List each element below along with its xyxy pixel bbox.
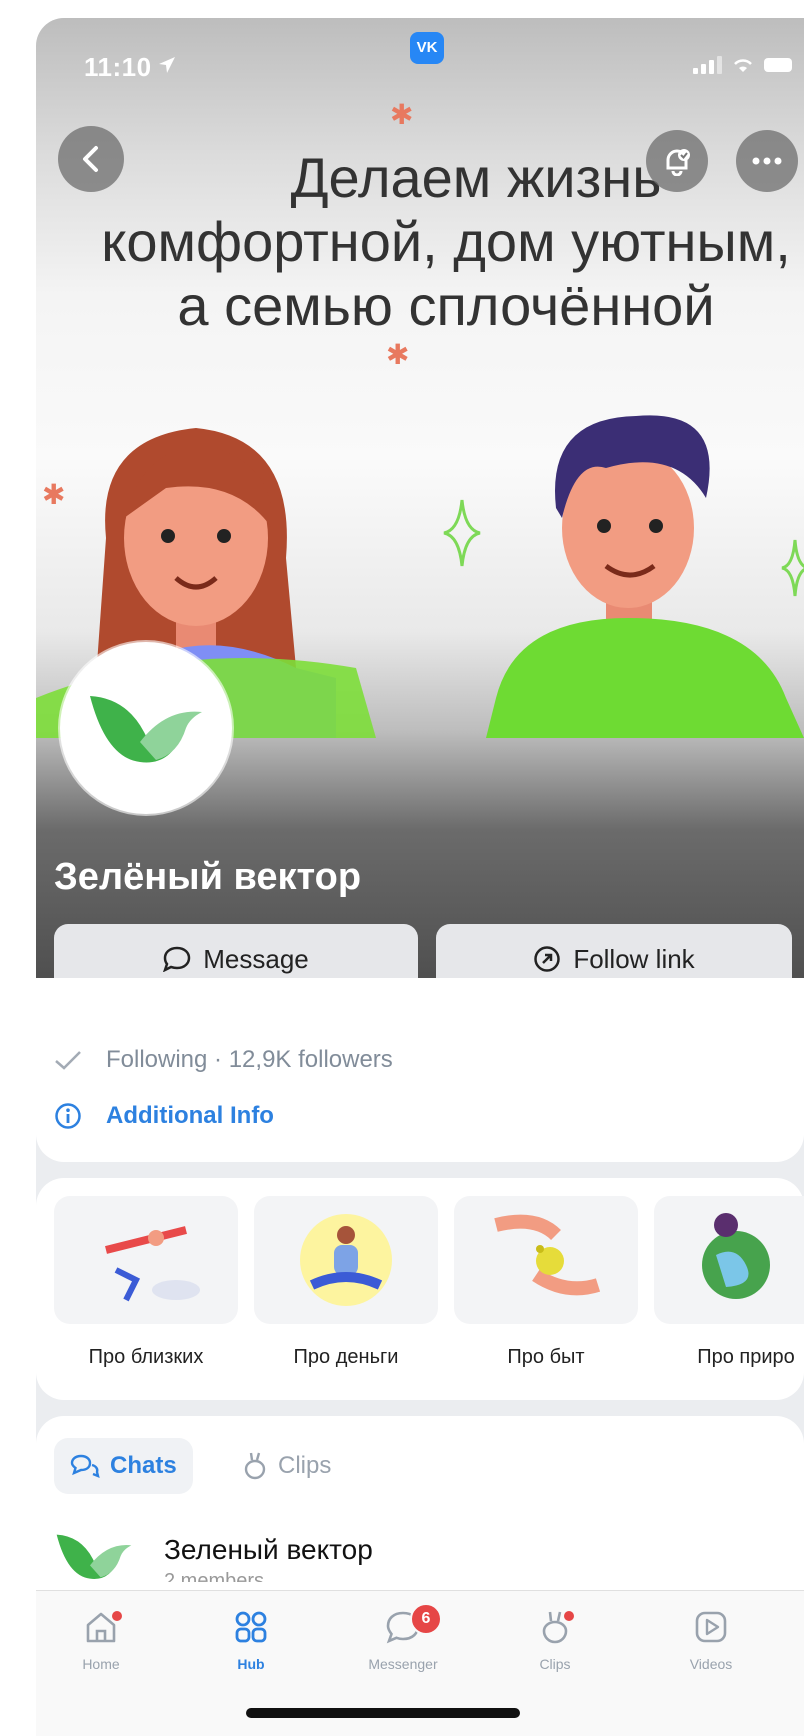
notifications-button[interactable] (646, 130, 708, 192)
green-bird-logo-icon (90, 696, 202, 763)
chat-subtitle: 2 members (164, 1570, 265, 1582)
more-button[interactable] (736, 130, 798, 192)
following-status-row[interactable]: Following · 12,9K followers (54, 1046, 393, 1074)
tab-home[interactable]: Home (46, 1609, 156, 1672)
topic-label: Про близких (88, 1346, 204, 1368)
follow-link-button-label: Follow link (573, 943, 695, 974)
earth-illustration-icon (654, 1196, 804, 1324)
tab-hub-label: Hub (237, 1656, 265, 1672)
more-horizontal-icon (752, 157, 782, 165)
chat-bubble-icon (163, 946, 191, 972)
community-avatar[interactable] (60, 642, 232, 814)
topic-card[interactable]: Про деньги (254, 1196, 438, 1369)
meditation-illustration-icon (254, 1196, 438, 1324)
tab-videos[interactable]: Videos (656, 1609, 766, 1672)
topic-card[interactable]: Про приро (654, 1196, 804, 1369)
external-link-circle-icon (534, 946, 561, 972)
topic-card[interactable]: Про быт (454, 1196, 638, 1369)
chat-avatar[interactable] (54, 1526, 134, 1591)
tab-messenger[interactable]: 6 Messenger (348, 1603, 458, 1672)
wifi-icon (734, 59, 752, 72)
tab-home-label: Home (82, 1656, 120, 1672)
additional-info-link[interactable]: Additional Info (54, 1102, 274, 1130)
star-decoration-icon: ✱ (390, 99, 414, 130)
green-bird-logo-icon (56, 1534, 132, 1579)
tab-clips-nav[interactable]: Clips (500, 1609, 610, 1672)
home-notification-dot (112, 1611, 122, 1621)
people-flying-illustration-icon (54, 1196, 238, 1324)
man-illustration (486, 415, 804, 738)
signal-icon (693, 56, 722, 74)
hands-illustration-icon (454, 1196, 638, 1324)
topic-card[interactable]: Про близких (54, 1196, 238, 1369)
topic-label: Про приро (697, 1346, 795, 1368)
clips-icon (244, 1452, 266, 1480)
tab-hub[interactable]: Hub (196, 1609, 306, 1672)
topics-carousel: Про близких Про деньги Про быт Про приро (36, 1178, 804, 1400)
checkmark-icon (55, 1051, 81, 1070)
vk-app-icon: VK (410, 32, 444, 64)
clips-notification-dot (564, 1611, 574, 1621)
tab-clips-label: Clips (278, 1452, 332, 1479)
app-screen: 11:10 VK Делаем жизнь комфортной, дом ую… (36, 18, 804, 1736)
home-indicator[interactable] (246, 1708, 520, 1718)
chat-title[interactable]: Зеленый вектор (164, 1534, 373, 1566)
topic-label: Про деньги (293, 1346, 399, 1368)
status-time: 11:10 (84, 52, 152, 82)
community-info-card: Following · 12,9K followers Additional I… (36, 978, 804, 1162)
topic-label: Про быт (507, 1346, 585, 1368)
tab-videos-label: Videos (689, 1656, 733, 1672)
following-status-text: Following · 12,9K followers (106, 1046, 393, 1073)
cover-headline-line: комфортной, дом уютным, (101, 210, 791, 273)
bell-check-icon (666, 149, 690, 176)
battery-icon (764, 58, 792, 72)
tab-clips-nav-label: Clips (539, 1656, 571, 1672)
tab-chats-label: Chats (110, 1452, 177, 1479)
community-cover: 11:10 VK Делаем жизнь комфортной, дом ую… (36, 18, 804, 1008)
location-arrow-icon (159, 57, 175, 73)
tab-clips[interactable]: Clips (226, 1438, 347, 1494)
status-indicators (693, 56, 792, 74)
messenger-unread-badge: 6 (410, 1603, 442, 1635)
video-icon (695, 1611, 727, 1643)
cover-headline-line: а семью сплочённой (177, 274, 715, 337)
info-icon (55, 1103, 81, 1129)
tab-chats[interactable]: Chats (54, 1438, 193, 1494)
hub-grid-icon (235, 1611, 267, 1643)
star-decoration-icon: ✱ (386, 339, 410, 370)
tab-messenger-label: Messenger (368, 1656, 438, 1672)
community-name: Зелёный вектор (54, 856, 362, 898)
chats-icon (70, 1454, 100, 1478)
message-button-label: Message (203, 943, 309, 974)
additional-info-label: Additional Info (106, 1102, 274, 1129)
